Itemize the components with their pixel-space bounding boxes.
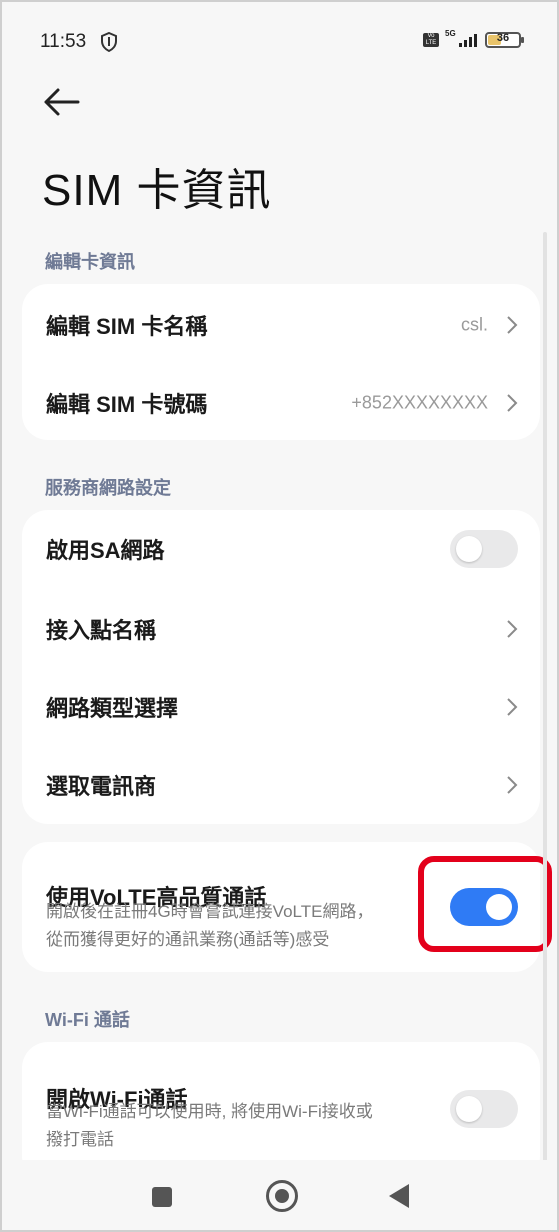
status-bar: 11:53 Vo LTE 5G 36 [2, 2, 557, 82]
chevron-right-icon [507, 698, 518, 716]
volte-desc-line: 從而獲得更好的通訊業務(通話等)感受 [46, 930, 330, 949]
wifi-calling-description: 當Wi-Fi通話可以使用時, 將使用Wi-Fi接收或 撥打電話 [46, 1098, 373, 1154]
row-value: +852XXXXXXXX [351, 392, 488, 413]
wifi-desc-line: 當Wi-Fi通話可以使用時, 將使用Wi-Fi接收或 [46, 1102, 373, 1121]
chevron-right-icon [507, 620, 518, 638]
edit-sim-name-row[interactable]: 編輯 SIM 卡名稱 csl. [22, 286, 540, 364]
section-header-card-info: 編輯卡資訊 [45, 252, 135, 272]
highlight-annotation [418, 856, 552, 952]
sa-network-row[interactable]: 啟用SA網路 [22, 510, 540, 588]
row-label: 編輯 SIM 卡名稱 [46, 314, 208, 339]
wifi-desc-line: 撥打電話 [46, 1130, 114, 1149]
recents-button[interactable] [152, 1187, 172, 1207]
volte-description: 開啟後在註冊4G時會嘗試連接VoLTE網路， 從而獲得更好的通訊業務(通話等)感… [46, 898, 373, 954]
chevron-right-icon [507, 776, 518, 794]
status-time: 11:53 [40, 31, 87, 52]
section-header-wifi: Wi-Fi 通話 [45, 1010, 130, 1030]
battery-icon: 36 [485, 32, 524, 48]
volte-icon: Vo LTE [423, 33, 439, 47]
toggle-knob [456, 536, 482, 562]
navigation-bar [2, 1160, 557, 1230]
home-button[interactable] [266, 1180, 298, 1212]
select-operator-row[interactable]: 選取電訊商 [22, 746, 540, 824]
sa-network-toggle[interactable] [450, 530, 518, 568]
toggle-knob [456, 1096, 482, 1122]
chevron-right-icon [507, 394, 518, 412]
signal-icon: 5G [445, 29, 479, 48]
row-label: 選取電訊商 [46, 774, 157, 799]
back-button[interactable] [40, 82, 84, 122]
row-label: 網路類型選擇 [46, 696, 179, 721]
row-label: 啟用SA網路 [46, 538, 165, 563]
apn-row[interactable]: 接入點名稱 [22, 590, 540, 668]
card-info-card: 編輯 SIM 卡名稱 csl. 編輯 SIM 卡號碼 +852XXXXXXXX [22, 284, 540, 440]
scrollbar[interactable] [543, 232, 547, 1162]
row-label: 接入點名稱 [46, 618, 157, 643]
wifi-calling-toggle[interactable] [450, 1090, 518, 1128]
network-type-row[interactable]: 網路類型選擇 [22, 668, 540, 746]
edit-sim-number-row[interactable]: 編輯 SIM 卡號碼 +852XXXXXXXX [22, 364, 540, 442]
arrow-left-icon [44, 88, 80, 116]
nav-back-button[interactable] [389, 1184, 409, 1208]
page-title: SIM 卡資訊 [42, 166, 272, 215]
carrier-card: 啟用SA網路 接入點名稱 網路類型選擇 選取電訊商 [22, 510, 540, 824]
row-label: 編輯 SIM 卡號碼 [46, 392, 208, 417]
row-value: csl. [461, 314, 488, 335]
volte-desc-line: 開啟後在註冊4G時會嘗試連接VoLTE網路， [46, 902, 374, 921]
battery-level: 36 [496, 32, 510, 44]
network-type: 5G [445, 29, 456, 38]
status-icons: Vo LTE 5G 36 [423, 29, 524, 48]
shield-icon [101, 32, 117, 52]
screen: 11:53 Vo LTE 5G 36 SIM 卡資訊 編輯卡資訊 編輯 SIM … [0, 0, 559, 1232]
section-header-carrier: 服務商網路設定 [45, 478, 171, 498]
chevron-right-icon [507, 316, 518, 334]
